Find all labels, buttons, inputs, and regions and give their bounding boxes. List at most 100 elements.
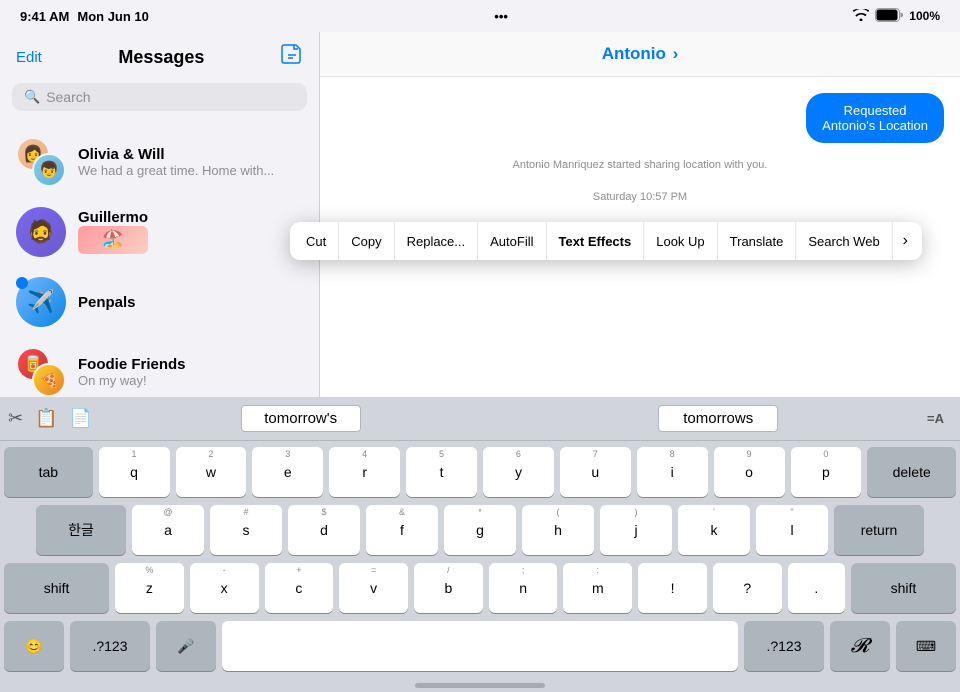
key-question[interactable]: ? <box>713 563 782 613</box>
cursive-key[interactable]: 𝓡 <box>830 621 890 671</box>
keyboard-rows: tab 1q 2w 3e 4r 5t 6y 7u 8i 9o 0p delete… <box>0 441 960 677</box>
search-web-button[interactable]: Search Web <box>796 222 892 260</box>
contact-name[interactable]: Antonio › <box>602 44 679 63</box>
key-b[interactable]: /b <box>414 563 483 613</box>
key-s[interactable]: #s <box>210 505 282 555</box>
status-time: 9:41 AM <box>20 9 69 24</box>
hangul-key[interactable]: 한글 <box>36 505 126 555</box>
mic-key[interactable]: 🎤 <box>156 621 216 671</box>
key-z[interactable]: %z <box>115 563 184 613</box>
home-indicator <box>0 677 960 692</box>
text-effects-button[interactable]: Text Effects <box>547 222 645 260</box>
key-m[interactable]: :m <box>563 563 632 613</box>
compose-button[interactable] <box>281 44 303 71</box>
key-x[interactable]: -x <box>190 563 259 613</box>
conversation-item-guillermo[interactable]: 🧔 Guillermo 🏖️ <box>0 197 319 267</box>
key-d[interactable]: $d <box>288 505 360 555</box>
autofill-button[interactable]: AutoFill <box>478 222 546 260</box>
messages-title: Messages <box>118 47 204 68</box>
toolbar-more-button[interactable]: › <box>893 222 918 260</box>
cut-tool-icon[interactable]: ✂ <box>8 408 23 429</box>
space-key[interactable] <box>222 621 738 671</box>
key-i[interactable]: 8i <box>637 447 708 497</box>
status-date: Mon Jun 10 <box>77 9 149 24</box>
conversation-item-penpals[interactable]: ✈️ Penpals <box>0 267 319 337</box>
num-sym-key-right[interactable]: .?123 <box>744 621 824 671</box>
wifi-icon <box>853 9 869 24</box>
conversation-header: Antonio › <box>320 32 960 77</box>
key-j[interactable]: )j <box>600 505 672 555</box>
location-bubble: Requested Antonio's Location <box>806 93 944 143</box>
key-y[interactable]: 6y <box>483 447 554 497</box>
key-u[interactable]: 7u <box>560 447 631 497</box>
messages-header: Edit Messages <box>0 32 319 83</box>
system-message: Antonio Manriquez started sharing locati… <box>336 159 944 171</box>
edit-toolbar: Cut Copy Replace... AutoFill Text Effect… <box>290 222 922 260</box>
battery-percent: 100% <box>909 9 940 23</box>
edit-button[interactable]: Edit <box>16 49 42 66</box>
cut-button[interactable]: Cut <box>294 222 339 260</box>
battery-icon <box>875 8 903 25</box>
copy-button[interactable]: Copy <box>339 222 394 260</box>
look-up-button[interactable]: Look Up <box>644 222 717 260</box>
autocomplete-bar: ✂ 📋 📄 tomorrow's tomorrows =A <box>0 397 960 441</box>
location-bubble-container: Requested Antonio's Location <box>336 93 944 143</box>
status-bar: 9:41 AM Mon Jun 10 ••• 100% <box>0 0 960 32</box>
search-icon: 🔍 <box>24 89 40 105</box>
conversation-item-olivia-will[interactable]: 👩 👦 Olivia & Will We had a great time. H… <box>0 127 319 197</box>
key-e[interactable]: 3e <box>252 447 323 497</box>
conv-preview-foodie: On my way! <box>78 373 303 388</box>
right-shift-key[interactable]: shift <box>851 563 956 613</box>
return-key[interactable]: return <box>834 505 924 555</box>
copy-tool-icon[interactable]: 📋 <box>35 408 57 429</box>
home-indicator-bar <box>415 683 545 688</box>
translate-button[interactable]: Translate <box>718 222 797 260</box>
emoji-key[interactable]: 😊 <box>4 621 64 671</box>
autocomplete-suggestion-2[interactable]: tomorrows <box>658 405 778 432</box>
tab-key[interactable]: tab <box>4 447 93 497</box>
key-l[interactable]: "l <box>756 505 828 555</box>
key-row-3: shift %z -x +c =v /b ;n :m ! ? . shift <box>4 563 956 613</box>
unread-dot-penpals <box>16 277 28 289</box>
key-k[interactable]: 'k <box>678 505 750 555</box>
conv-name-penpals: Penpals <box>78 294 303 311</box>
conv-info-penpals: Penpals <box>78 294 303 311</box>
key-period[interactable]: . <box>788 563 845 613</box>
conv-preview-olivia-will: We had a great time. Home with... <box>78 163 303 178</box>
key-r[interactable]: 4r <box>329 447 400 497</box>
avatar-penpals-container: ✈️ <box>16 277 66 327</box>
key-h[interactable]: (h <box>522 505 594 555</box>
key-g[interactable]: *g <box>444 505 516 555</box>
key-row-1: tab 1q 2w 3e 4r 5t 6y 7u 8i 9o 0p delete <box>4 447 956 497</box>
search-bar-area: 🔍 Search <box>0 83 319 119</box>
key-a[interactable]: @a <box>132 505 204 555</box>
avatar-foodie: 🥫 🍕 <box>16 347 66 397</box>
key-t[interactable]: 5t <box>406 447 477 497</box>
key-v[interactable]: =v <box>339 563 408 613</box>
hide-keyboard-key[interactable]: ⌨ <box>896 621 956 671</box>
dots-icon: ••• <box>494 9 508 24</box>
key-q[interactable]: 1q <box>99 447 170 497</box>
key-w[interactable]: 2w <box>176 447 247 497</box>
key-n[interactable]: ;n <box>489 563 558 613</box>
key-row-2: 한글 @a #s $d &f *g (h )j 'k "l return <box>4 505 956 555</box>
key-c[interactable]: +c <box>265 563 334 613</box>
autocomplete-suggestion-1[interactable]: tomorrow's <box>241 405 361 432</box>
timestamp: Saturday 10:57 PM <box>336 191 944 203</box>
avatar-guillermo: 🧔 <box>16 207 66 257</box>
key-o[interactable]: 9o <box>714 447 785 497</box>
key-p[interactable]: 0p <box>791 447 862 497</box>
guillermo-preview-img: 🏖️ <box>78 226 158 256</box>
conv-info-guillermo: Guillermo 🏖️ <box>78 209 303 256</box>
paste-tool-icon[interactable]: 📄 <box>70 408 92 429</box>
key-exclaim[interactable]: ! <box>638 563 707 613</box>
num-sym-key-left[interactable]: .?123 <box>70 621 150 671</box>
left-shift-key[interactable]: shift <box>4 563 109 613</box>
delete-key[interactable]: delete <box>867 447 956 497</box>
avatar-olivia-will: 👩 👦 <box>16 137 66 187</box>
search-placeholder[interactable]: Search <box>46 89 90 105</box>
autocomplete-tools: ✂ 📋 📄 <box>8 408 92 429</box>
replace-button[interactable]: Replace... <box>395 222 479 260</box>
format-icon[interactable]: =A <box>927 411 944 426</box>
key-f[interactable]: &f <box>366 505 438 555</box>
